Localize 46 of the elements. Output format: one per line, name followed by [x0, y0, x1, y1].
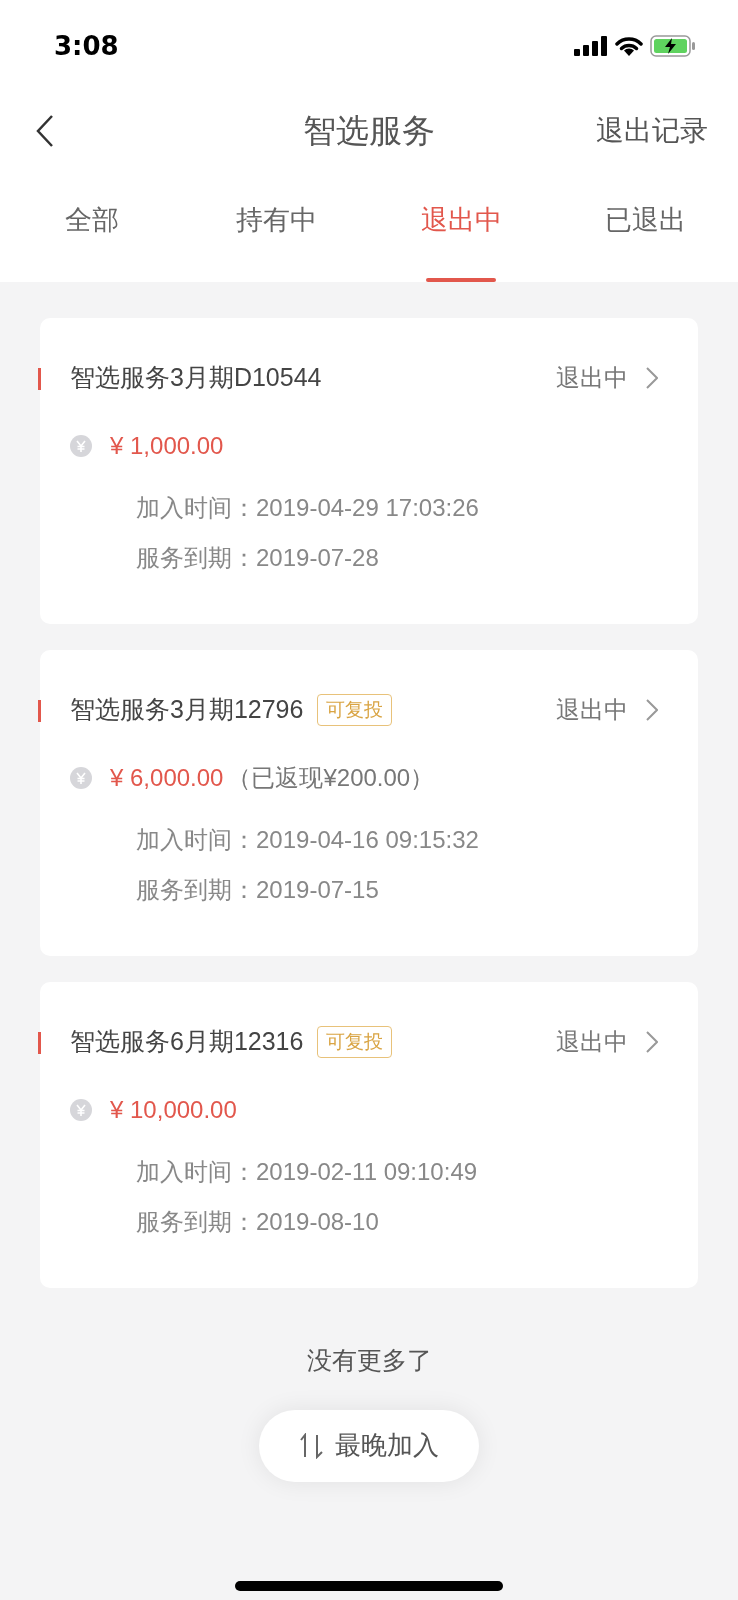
exit-record-link[interactable]: 退出记录: [596, 110, 708, 152]
field-value: 2019-02-11 09:10:49: [256, 1157, 478, 1187]
card-title: 智选服务3月期D10544: [70, 362, 322, 394]
signal-icon: [574, 36, 608, 56]
wifi-icon: [615, 36, 643, 56]
tab[interactable]: 已退出: [553, 174, 738, 282]
yuan-coin-icon: [70, 1099, 92, 1121]
field-label: 服务到期：: [136, 875, 256, 905]
field-label: 加入时间：: [136, 493, 256, 523]
status-text: 退出中: [556, 695, 628, 725]
status-text: 退出中: [556, 1027, 628, 1057]
status-time: 3:08: [54, 29, 119, 63]
sort-icon: [299, 1432, 325, 1459]
sort-button[interactable]: 最晚加入: [259, 1409, 479, 1482]
chevron-right-icon: [646, 1031, 658, 1053]
amount-text: ¥ 1,000.00: [110, 431, 224, 461]
field-value: 2019-07-15: [256, 875, 379, 905]
field-value: 2019-04-16 09:15:32: [256, 825, 479, 855]
field-label: 加入时间：: [136, 1157, 256, 1187]
field-value: 2019-07-28: [256, 543, 379, 573]
field-value: 2019-08-10: [256, 1207, 379, 1237]
card-title: 智选服务3月期12796: [70, 694, 304, 726]
tab[interactable]: 全部: [0, 174, 185, 282]
reinvest-tag: 可复投: [317, 1026, 393, 1058]
field-label: 加入时间：: [136, 825, 256, 855]
yuan-coin-icon: [70, 435, 92, 457]
reinvest-tag: 可复投: [317, 694, 393, 726]
card-title: 智选服务6月期12316: [70, 1026, 304, 1058]
chevron-right-icon: [646, 367, 658, 389]
chevron-right-icon: [646, 699, 658, 721]
cashback-text: （已返现¥200.00）: [227, 763, 435, 793]
tab[interactable]: 退出中: [369, 174, 554, 282]
service-card[interactable]: 智选服务3月期D10544 退出中 ¥ 1,000.00 加入时间：2019-04-29 17:03:26 服务到期：2019-07-28: [40, 318, 698, 624]
yuan-coin-icon: [70, 767, 92, 789]
amount-text: ¥ 10,000.00: [110, 1095, 237, 1125]
field-label: 服务到期：: [136, 543, 256, 573]
no-more-text: 没有更多了: [306, 1345, 432, 1376]
tab[interactable]: 持有中: [184, 174, 369, 282]
field-label: 服务到期：: [136, 1207, 256, 1237]
battery-charging-icon: [650, 35, 696, 57]
page-title: 智选服务: [303, 111, 435, 152]
service-card[interactable]: 智选服务6月期12316 可复投 退出中 ¥ 10,000.00 加入时间：2019-02-11 09:10:49 服务到期：2019-08-10: [40, 982, 698, 1288]
status-text: 退出中: [556, 363, 628, 393]
service-card[interactable]: 智选服务3月期12796 可复投 退出中 ¥ 6,000.00 （已返现¥200.00） 加入时间：2019-04-16 09:15:32 服务到期：2019-07-15: [40, 650, 698, 956]
amount-text: ¥ 6,000.00: [110, 763, 224, 793]
field-value: 2019-04-29 17:03:26: [256, 493, 479, 523]
